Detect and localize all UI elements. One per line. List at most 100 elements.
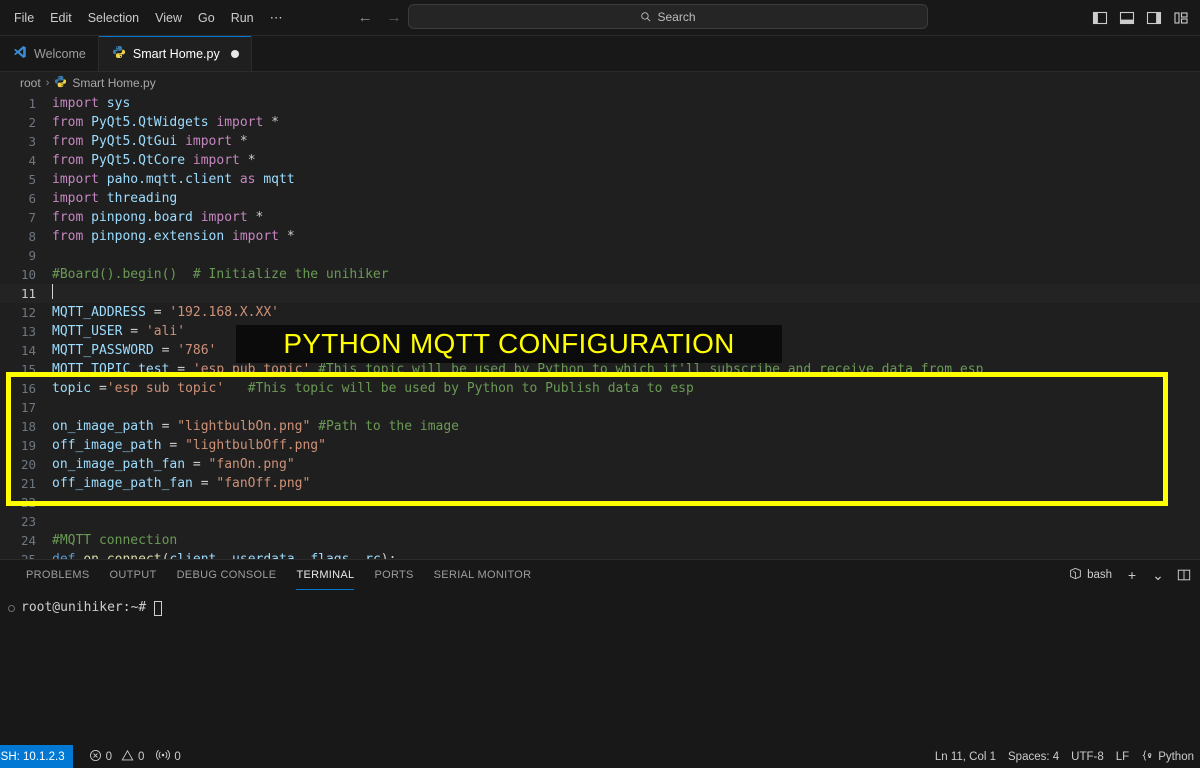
search-placeholder: Search: [657, 9, 696, 24]
code-line[interactable]: 22: [0, 493, 1200, 512]
code-line[interactable]: 8 from pinpong.extension import *: [0, 227, 1200, 246]
line-number: 9: [28, 248, 36, 263]
overlay-banner-text: PYTHON MQTT CONFIGURATION: [283, 328, 735, 359]
tab-welcome[interactable]: Welcome: [0, 36, 99, 71]
ports-status[interactable]: 0: [150, 745, 186, 768]
code-line[interactable]: 9: [0, 246, 1200, 265]
warning-count: 0: [138, 750, 145, 763]
menu-item-view[interactable]: View: [147, 8, 190, 28]
line-number: 14: [20, 343, 36, 358]
breadcrumb-file[interactable]: Smart Home.py: [54, 75, 156, 91]
command-decoration-icon: [8, 604, 15, 612]
tab-terminal[interactable]: TERMINAL: [286, 560, 364, 590]
menu-item-more[interactable]: ⋯: [262, 7, 292, 29]
code-line[interactable]: 19 off_image_path = "lightbulbOff.png": [0, 436, 1200, 455]
code-line[interactable]: 5 import paho.mqtt.client as mqtt: [0, 170, 1200, 189]
forward-arrow-icon[interactable]: →: [387, 10, 402, 25]
search-input[interactable]: Search: [408, 4, 928, 29]
terminal-shell-selector[interactable]: bash: [1065, 565, 1116, 585]
code-text: topic ='esp sub topic' #This topic will …: [52, 381, 694, 396]
code-line[interactable]: 17: [0, 398, 1200, 417]
remote-indicator[interactable]: SSH: 10.1.2.3: [0, 745, 73, 768]
language-mode-status[interactable]: Python: [1135, 745, 1200, 768]
terminal-cursor: [154, 600, 163, 616]
python-icon: [112, 45, 126, 62]
code-text: def on_connect(client, userdata, flags, …: [52, 550, 1200, 559]
ports-count: 0: [174, 750, 181, 763]
chevron-down-icon[interactable]: ⌄: [1148, 565, 1168, 585]
menu-bar: File Edit Selection View Go Run ⋯: [0, 0, 292, 35]
code-line[interactable]: 4 from PyQt5.QtCore import *: [0, 151, 1200, 170]
code-line[interactable]: 24 #MQTT connection: [0, 531, 1200, 550]
breadcrumb-root[interactable]: root: [20, 76, 41, 90]
code-line[interactable]: 25def on_connect(client, userdata, flags…: [0, 550, 1200, 559]
indentation-status[interactable]: Spaces: 4: [1002, 745, 1065, 768]
line-number: 22: [20, 495, 36, 510]
back-arrow-icon[interactable]: ←: [358, 10, 373, 25]
code-line[interactable]: 10 #Board().begin() # Initialize the unih…: [0, 265, 1200, 284]
toggle-primary-sidebar-icon[interactable]: [1089, 7, 1111, 29]
line-number: 25: [0, 550, 52, 559]
code-line[interactable]: 23: [0, 512, 1200, 531]
terminal-shell-label: bash: [1087, 569, 1112, 581]
line-number: 7: [28, 210, 36, 225]
menu-item-run[interactable]: Run: [223, 8, 262, 28]
code-text: #Board().begin() # Initialize the unihik…: [52, 267, 389, 282]
split-terminal-icon[interactable]: [1174, 565, 1194, 585]
code-line[interactable]: 16 topic ='esp sub topic' #This topic wil…: [0, 379, 1200, 398]
terminal-output[interactable]: root@unihiker:~#: [0, 590, 1200, 745]
menu-item-selection[interactable]: Selection: [80, 8, 147, 28]
code-line[interactable]: 11: [0, 284, 1200, 303]
breadcrumb: root › Smart Home.py: [0, 72, 1200, 94]
code-line[interactable]: 6 import threading: [0, 189, 1200, 208]
new-terminal-button[interactable]: +: [1122, 565, 1142, 585]
breadcrumb-separator-icon: ›: [45, 77, 50, 89]
panel-actions: bash + ⌄: [1065, 560, 1194, 590]
menu-item-go[interactable]: Go: [190, 8, 223, 28]
line-number: 6: [28, 191, 36, 206]
menu-item-edit[interactable]: Edit: [42, 8, 80, 28]
bottom-panel: PROBLEMS OUTPUT DEBUG CONSOLE TERMINAL P…: [0, 559, 1200, 745]
toggle-panel-icon[interactable]: [1116, 7, 1138, 29]
unsaved-indicator-icon[interactable]: [230, 49, 239, 58]
code-line[interactable]: 3 from PyQt5.QtGui import *: [0, 132, 1200, 151]
tab-debug-console[interactable]: DEBUG CONSOLE: [167, 560, 287, 590]
code-line[interactable]: 7 from pinpong.board import *: [0, 208, 1200, 227]
vscode-window: File Edit Selection View Go Run ⋯ ← → Se…: [0, 0, 1200, 768]
code-text: import paho.mqtt.client as mqtt: [52, 172, 295, 187]
editor-tab-bar: Welcome Smart Home.py: [0, 36, 1200, 72]
line-number: 5: [28, 172, 36, 187]
code-line[interactable]: 18 on_image_path = "lightbulbOn.png" #Pat…: [0, 417, 1200, 436]
code-line[interactable]: 21 off_image_path_fan = "fanOff.png": [0, 474, 1200, 493]
tab-problems[interactable]: PROBLEMS: [16, 560, 100, 590]
toggle-secondary-sidebar-icon[interactable]: [1143, 7, 1165, 29]
customize-layout-icon[interactable]: [1170, 7, 1192, 29]
tab-ports[interactable]: PORTS: [364, 560, 423, 590]
status-bar: SSH: 10.1.2.3 0 0 0 Ln 11, Col 1 Spaces:…: [0, 745, 1200, 768]
code-editor[interactable]: 1 import sys 2 from PyQt5.QtWidgets import …: [0, 94, 1200, 559]
code-line[interactable]: 2 from PyQt5.QtWidgets import *: [0, 113, 1200, 132]
encoding-status[interactable]: UTF-8: [1065, 745, 1110, 768]
line-number: 11: [20, 286, 36, 301]
status-bar-right: Ln 11, Col 1 Spaces: 4 UTF-8 LF Python: [929, 745, 1200, 768]
cursor-position-status[interactable]: Ln 11, Col 1: [929, 745, 1002, 768]
text-cursor: [52, 284, 53, 299]
code-text: import threading: [52, 191, 178, 206]
code-text: from PyQt5.QtGui import *: [52, 134, 248, 149]
code-text: import sys: [52, 96, 131, 111]
menu-item-file[interactable]: File: [6, 8, 42, 28]
problems-status[interactable]: 0 0: [83, 745, 151, 768]
tab-smart-home-py[interactable]: Smart Home.py: [98, 36, 252, 71]
code-line[interactable]: 20 on_image_path_fan = "fanOn.png": [0, 455, 1200, 474]
code-line[interactable]: 12 MQTT_ADDRESS = '192.168.X.XX': [0, 303, 1200, 322]
line-number: 1: [28, 96, 36, 111]
tab-serial-monitor[interactable]: SERIAL MONITOR: [424, 560, 542, 590]
code-line[interactable]: 1 import sys: [0, 94, 1200, 113]
eol-status[interactable]: LF: [1110, 745, 1135, 768]
terminal-prompt-text: root@unihiker:~#: [21, 600, 147, 615]
line-number: 23: [20, 514, 36, 529]
code-text: [52, 284, 1200, 303]
tab-output[interactable]: OUTPUT: [100, 560, 167, 590]
